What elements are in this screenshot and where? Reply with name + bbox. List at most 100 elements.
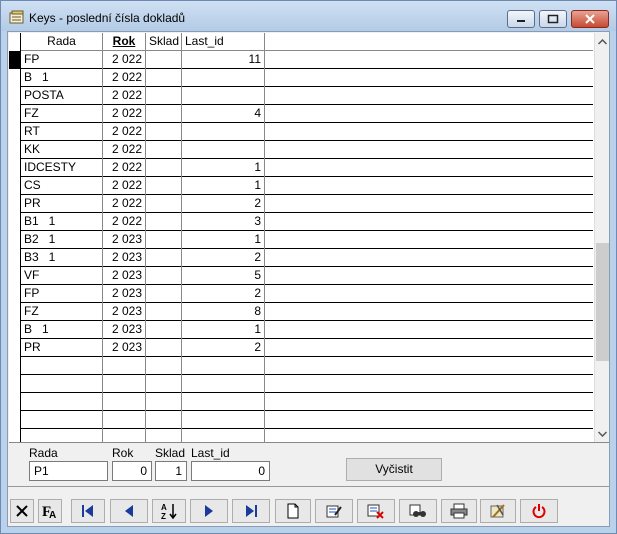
cell-rok[interactable] (103, 411, 146, 429)
table-row[interactable]: PR 2 022 2 (9, 195, 593, 213)
cell-rok[interactable]: 2 022 (103, 123, 146, 141)
sort-button[interactable]: AZ (152, 499, 186, 523)
maximize-button[interactable] (539, 10, 567, 28)
cell-sklad[interactable] (146, 267, 182, 285)
cell-sklad[interactable] (146, 141, 182, 159)
cell-sklad[interactable] (146, 375, 182, 393)
cell-rok[interactable]: 2 023 (103, 285, 146, 303)
cell-rok[interactable]: 2 023 (103, 249, 146, 267)
table-row[interactable]: POSTA 2 022 (9, 87, 593, 105)
cell-rok[interactable]: 2 022 (103, 195, 146, 213)
next-record-button[interactable] (190, 499, 228, 523)
minimize-button[interactable] (507, 10, 535, 28)
last-record-button[interactable] (232, 499, 270, 523)
cell-rok[interactable]: 2 022 (103, 87, 146, 105)
cancel-button[interactable] (10, 499, 34, 523)
table-row[interactable] (9, 411, 593, 429)
cell-rok[interactable] (103, 375, 146, 393)
cell-rok[interactable]: 2 022 (103, 51, 146, 69)
cell-sklad[interactable] (146, 411, 182, 429)
scrollbar-thumb[interactable] (596, 243, 609, 361)
cell-sklad[interactable] (146, 357, 182, 375)
rada-input[interactable]: P1 (29, 461, 108, 481)
font-button[interactable]: FA (38, 499, 62, 523)
cell-last-id[interactable] (182, 123, 265, 141)
cell-rada[interactable]: B3 1 (21, 249, 103, 267)
cell-rok[interactable]: 2 023 (103, 231, 146, 249)
cell-last-id[interactable] (182, 411, 265, 429)
vertical-scrollbar[interactable] (594, 33, 609, 442)
cell-last-id[interactable]: 1 (182, 321, 265, 339)
table-row[interactable]: PR 2 023 2 (9, 339, 593, 357)
clear-button[interactable]: Vyčistit (346, 458, 442, 481)
delete-record-button[interactable] (357, 499, 395, 523)
cell-rok[interactable]: 2 022 (103, 159, 146, 177)
edit-record-button[interactable] (315, 499, 353, 523)
cell-rada[interactable]: IDCESTY (21, 159, 103, 177)
scroll-up-icon[interactable] (595, 33, 609, 50)
cell-rada[interactable] (21, 429, 103, 442)
cell-last-id[interactable] (182, 375, 265, 393)
cell-rada[interactable]: POSTA (21, 87, 103, 105)
cell-last-id[interactable]: 1 (182, 159, 265, 177)
cell-last-id[interactable]: 2 (182, 195, 265, 213)
table-row[interactable]: FP 2 022 11 (9, 51, 593, 69)
title-bar[interactable]: Keys - poslední čísla dokladů (1, 1, 616, 31)
new-record-button[interactable] (275, 499, 311, 523)
table-row[interactable]: B 12 023 1 (9, 321, 593, 339)
records-grid[interactable]: Rada Rok Sklad Last_id FP 2 022 11 B 12 022… (9, 33, 609, 443)
cell-rok[interactable]: 2 023 (103, 303, 146, 321)
cell-rada[interactable]: FP (21, 51, 103, 69)
sklad-input[interactable]: 1 (155, 461, 187, 481)
print-button[interactable] (441, 499, 477, 523)
cell-rada[interactable]: B 1 (21, 69, 103, 87)
table-row[interactable]: B1 12 022 3 (9, 213, 593, 231)
cell-sklad[interactable] (146, 213, 182, 231)
column-header-rada[interactable]: Rada (21, 33, 103, 51)
table-row[interactable]: VF 2 023 5 (9, 267, 593, 285)
first-record-button[interactable] (71, 499, 105, 523)
cell-sklad[interactable] (146, 339, 182, 357)
cell-sklad[interactable] (146, 231, 182, 249)
cell-rok[interactable] (103, 357, 146, 375)
table-row[interactable]: B 12 022 (9, 69, 593, 87)
cell-rada[interactable]: B 1 (21, 321, 103, 339)
table-row[interactable]: KK 2 022 (9, 141, 593, 159)
cell-rada[interactable]: B1 1 (21, 213, 103, 231)
cell-rada[interactable]: PR (21, 195, 103, 213)
cell-rada[interactable]: PR (21, 339, 103, 357)
cell-sklad[interactable] (146, 249, 182, 267)
cell-last-id[interactable]: 11 (182, 51, 265, 69)
cell-last-id[interactable]: 8 (182, 303, 265, 321)
cell-rok[interactable] (103, 393, 146, 411)
cell-rada[interactable]: VF (21, 267, 103, 285)
cell-last-id[interactable]: 4 (182, 105, 265, 123)
cell-last-id[interactable] (182, 87, 265, 105)
scroll-down-icon[interactable] (595, 426, 609, 442)
cell-sklad[interactable] (146, 393, 182, 411)
cell-rada[interactable]: B2 1 (21, 231, 103, 249)
cell-sklad[interactable] (146, 285, 182, 303)
cell-last-id[interactable]: 5 (182, 267, 265, 285)
cell-sklad[interactable] (146, 303, 182, 321)
cell-last-id[interactable]: 2 (182, 339, 265, 357)
tools-button[interactable] (480, 499, 516, 523)
table-row[interactable]: FZ 2 022 4 (9, 105, 593, 123)
cell-sklad[interactable] (146, 195, 182, 213)
cell-sklad[interactable] (146, 87, 182, 105)
table-row[interactable] (9, 357, 593, 375)
cell-sklad[interactable] (146, 429, 182, 442)
table-row[interactable]: FZ 2 023 8 (9, 303, 593, 321)
cell-rok[interactable]: 2 022 (103, 69, 146, 87)
cell-last-id[interactable] (182, 429, 265, 442)
cell-last-id[interactable]: 2 (182, 285, 265, 303)
cell-rada[interactable]: KK (21, 141, 103, 159)
cell-rada[interactable]: RT (21, 123, 103, 141)
close-window-button[interactable] (571, 10, 609, 28)
cell-sklad[interactable] (146, 159, 182, 177)
cell-rada[interactable] (21, 411, 103, 429)
cell-sklad[interactable] (146, 321, 182, 339)
cell-sklad[interactable] (146, 69, 182, 87)
cell-rada[interactable] (21, 357, 103, 375)
exit-button[interactable] (520, 499, 558, 523)
